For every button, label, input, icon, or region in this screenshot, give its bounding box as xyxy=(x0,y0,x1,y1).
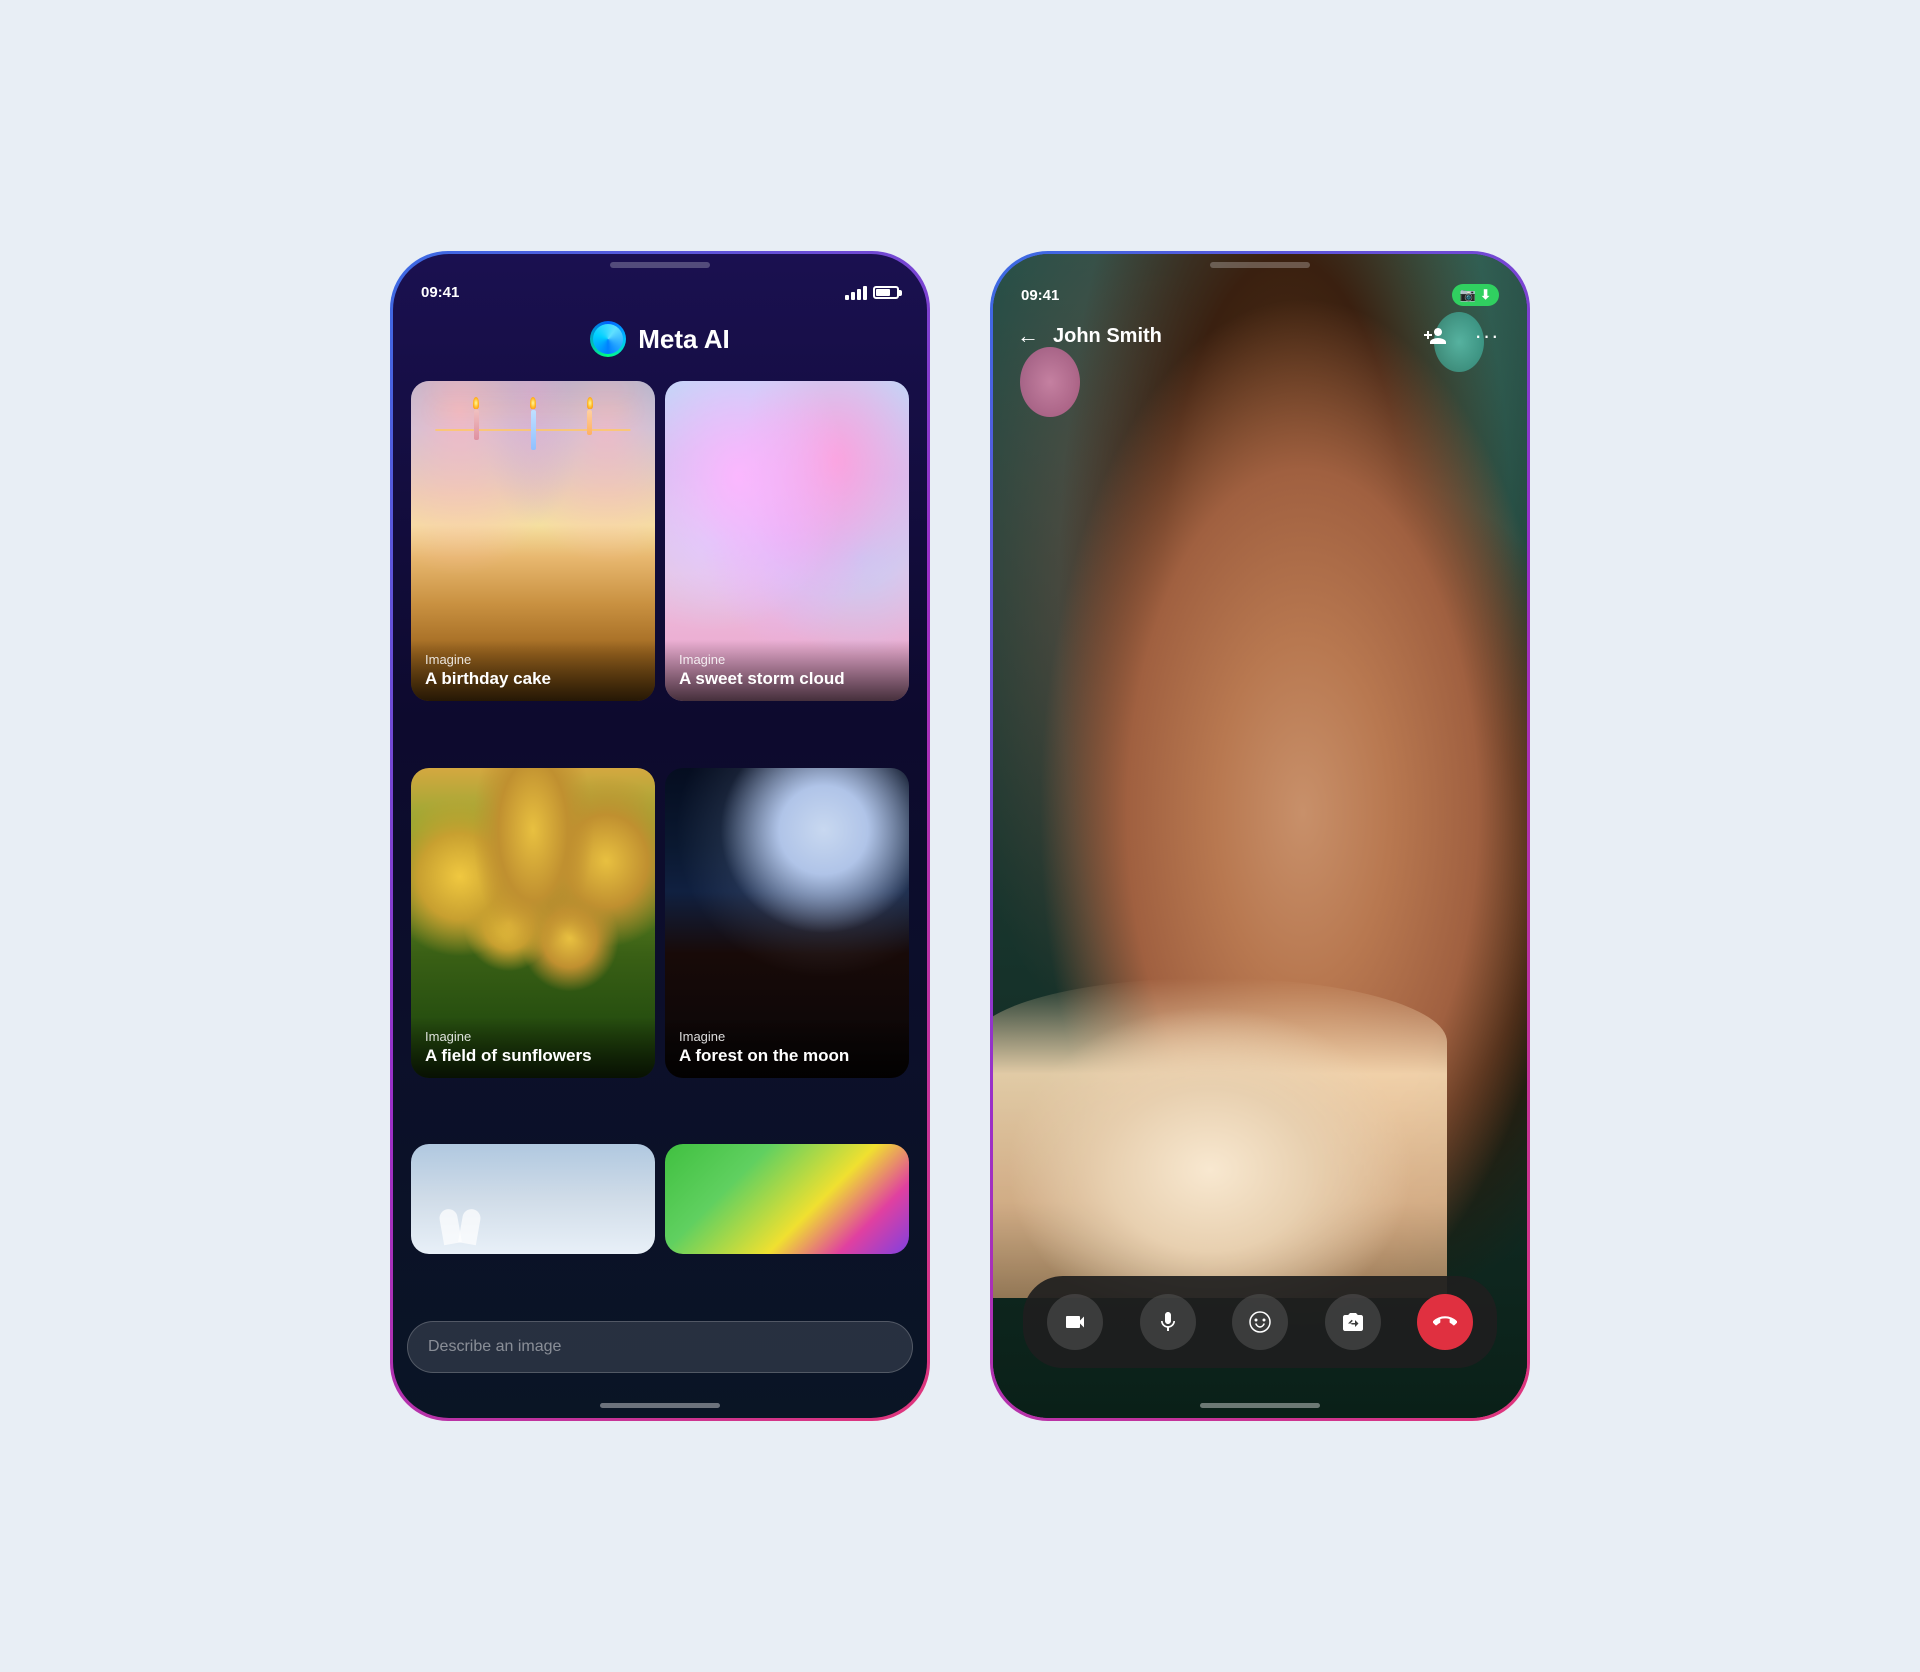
add-person-button[interactable] xyxy=(1419,320,1451,352)
birthday-cake-label: Imagine A birthday cake xyxy=(411,640,655,701)
call-header: ← John Smith ··· xyxy=(993,306,1527,366)
storm-cloud-imagine: Imagine xyxy=(679,652,895,667)
right-time: 09:41 xyxy=(1021,287,1059,304)
left-phone-inner: 09:41 xyxy=(393,254,927,1418)
right-home-indicator xyxy=(1200,1403,1320,1408)
moon-forest-label: Imagine A forest on the moon xyxy=(665,1017,909,1078)
mute-button[interactable] xyxy=(1140,1294,1196,1350)
call-header-right: ··· xyxy=(1419,320,1503,352)
candle-flame-3 xyxy=(587,397,593,409)
more-button[interactable]: ··· xyxy=(1471,320,1503,352)
left-status-icons xyxy=(845,286,899,300)
candles-row xyxy=(448,397,619,450)
candle-flame-2 xyxy=(530,397,536,409)
right-phone-inner: 09:41 📷 ⬇ ← John Smith xyxy=(993,254,1527,1418)
input-placeholder: Describe an image xyxy=(428,1338,561,1356)
grid-item-colorful[interactable] xyxy=(665,1144,909,1254)
bunny-ear-2 xyxy=(458,1208,482,1246)
mic-icon-small: ⬇ xyxy=(1480,287,1491,303)
candle-1 xyxy=(473,397,479,450)
back-button[interactable]: ← xyxy=(1017,323,1039,349)
signal-icon xyxy=(845,286,867,300)
left-time: 09:41 xyxy=(421,284,459,301)
phones-container: 09:41 xyxy=(390,251,1530,1421)
status-pill: 📷 ⬇ xyxy=(1452,284,1499,306)
signal-bar-3 xyxy=(857,289,861,300)
birthday-cake-subject: A birthday cake xyxy=(425,669,641,689)
left-home-indicator xyxy=(600,1403,720,1408)
meta-ai-logo xyxy=(590,321,626,357)
video-button[interactable] xyxy=(1047,1294,1103,1350)
bunny-visual xyxy=(411,1144,655,1254)
signal-bar-4 xyxy=(863,286,867,300)
sunflowers-subject: A field of sunflowers xyxy=(425,1046,641,1066)
effects-button[interactable] xyxy=(1232,1294,1288,1350)
flip-camera-button[interactable] xyxy=(1325,1294,1381,1350)
candle-body-2 xyxy=(531,410,536,450)
call-header-left: ← John Smith xyxy=(1017,323,1162,349)
storm-cloud-label: Imagine A sweet storm cloud xyxy=(665,640,909,701)
battery-fill xyxy=(876,289,890,296)
meta-ai-screen: 09:41 xyxy=(393,254,927,1418)
right-status-bar: 09:41 📷 ⬇ xyxy=(993,268,1527,306)
end-call-button[interactable] xyxy=(1417,1294,1473,1350)
video-call-screen: 09:41 📷 ⬇ ← John Smith xyxy=(993,254,1527,1418)
camera-icon-small: 📷 xyxy=(1460,287,1476,303)
sunflowers-imagine: Imagine xyxy=(425,1029,641,1044)
candle-body-1 xyxy=(474,410,479,440)
battery-icon xyxy=(873,286,899,299)
candle-body-3 xyxy=(587,410,592,435)
call-controls xyxy=(993,1256,1527,1418)
input-bar-container: Describe an image xyxy=(407,1321,913,1373)
left-status-bar: 09:41 xyxy=(393,268,927,301)
controls-bar xyxy=(1023,1276,1497,1368)
grid-item-moon-forest[interactable]: Imagine A forest on the moon xyxy=(665,768,909,1078)
candle-2 xyxy=(530,397,536,450)
meta-ai-title: Meta AI xyxy=(638,324,730,355)
sunflowers-label: Imagine A field of sunflowers xyxy=(411,1017,655,1078)
meta-ai-header: Meta AI xyxy=(590,321,730,357)
caller-name: John Smith xyxy=(1053,325,1162,348)
signal-bar-1 xyxy=(845,295,849,300)
cake-foreground xyxy=(993,978,1447,1298)
grid-item-birthday-cake[interactable]: Imagine A birthday cake xyxy=(411,381,655,701)
grid-item-bunny[interactable] xyxy=(411,1144,655,1254)
moon-forest-imagine: Imagine xyxy=(679,1029,895,1044)
storm-cloud-subject: A sweet storm cloud xyxy=(679,669,895,689)
colorful-visual xyxy=(665,1144,909,1254)
more-dots: ··· xyxy=(1475,323,1500,349)
candle-flame-1 xyxy=(473,397,479,409)
grid-item-sunflowers[interactable]: Imagine A field of sunflowers xyxy=(411,768,655,1078)
describe-image-input[interactable]: Describe an image xyxy=(407,1321,913,1373)
image-grid: Imagine A birthday cake Imagine A sweet … xyxy=(407,381,913,1311)
birthday-cake-imagine: Imagine xyxy=(425,652,641,667)
candle-3 xyxy=(587,397,593,450)
right-phone: 09:41 📷 ⬇ ← John Smith xyxy=(990,251,1530,1421)
moon-forest-subject: A forest on the moon xyxy=(679,1046,895,1066)
left-phone: 09:41 xyxy=(390,251,930,1421)
signal-bar-2 xyxy=(851,292,855,300)
grid-item-storm-cloud[interactable]: Imagine A sweet storm cloud xyxy=(665,381,909,701)
